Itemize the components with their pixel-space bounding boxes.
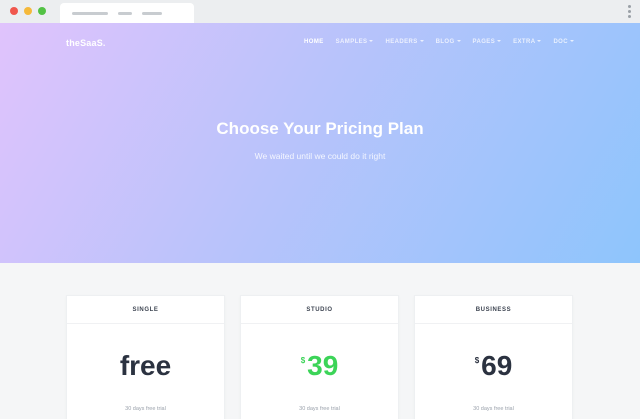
plan-name: STUDIO	[241, 296, 398, 324]
plan-price: $69	[415, 350, 572, 382]
nav-item-home[interactable]: HOME	[304, 39, 324, 45]
hero-section: theSaaS. HOME SAMPLES HEADERS BLOG PAGES…	[0, 23, 640, 263]
tab-placeholder-bar	[142, 12, 162, 15]
plan-name: SINGLE	[67, 296, 224, 324]
plan-trial-text: 30 days free trial	[125, 406, 166, 412]
nav-item-extra[interactable]: EXTRA	[513, 39, 542, 45]
chevron-down-icon	[456, 40, 461, 43]
nav-item-doc[interactable]: DOC	[553, 39, 574, 45]
site-logo[interactable]: theSaaS.	[66, 38, 106, 48]
chevron-down-icon	[570, 40, 574, 43]
maximize-window-button[interactable]	[38, 7, 46, 15]
nav-item-headers[interactable]: HEADERS	[385, 39, 424, 45]
main-nav: HOME SAMPLES HEADERS BLOG PAGES EXTRA DO…	[304, 39, 574, 45]
nav-item-samples[interactable]: SAMPLES	[336, 39, 374, 45]
plan-price-value: free	[119, 350, 172, 381]
pricing-card-studio: STUDIO $39 30 days free trial	[240, 295, 399, 419]
plan-price: free	[67, 350, 224, 382]
browser-menu-icon[interactable]	[628, 5, 632, 19]
browser-tab[interactable]	[60, 3, 194, 23]
tab-placeholder-bar	[72, 12, 108, 15]
page-subtitle: We waited until we could do it right	[254, 151, 386, 161]
chevron-down-icon	[497, 40, 502, 43]
plan-price-value: 39	[307, 350, 339, 381]
plan-price: $39	[241, 350, 398, 382]
plan-trial-text: 30 days free trial	[299, 406, 340, 412]
chevron-down-icon	[537, 40, 542, 43]
pricing-card-single: SINGLE free 30 days free trial	[66, 295, 225, 419]
close-window-button[interactable]	[10, 7, 18, 15]
tab-placeholder-bar	[118, 12, 132, 15]
pricing-card-business: BUSINESS $69 30 days free trial	[414, 295, 573, 419]
plan-trial-text: 30 days free trial	[473, 406, 514, 412]
currency-symbol: $	[300, 356, 306, 365]
browser-chrome	[0, 0, 640, 23]
chevron-down-icon	[419, 40, 424, 43]
plan-name: BUSINESS	[415, 296, 572, 324]
currency-symbol: $	[474, 356, 480, 365]
minimize-window-button[interactable]	[24, 7, 32, 15]
plan-price-value: 69	[481, 350, 513, 381]
page-title: Choose Your Pricing Plan	[216, 119, 424, 138]
nav-item-blog[interactable]: BLOG	[436, 39, 461, 45]
chevron-down-icon	[369, 40, 374, 43]
nav-item-pages[interactable]: PAGES	[473, 39, 502, 45]
